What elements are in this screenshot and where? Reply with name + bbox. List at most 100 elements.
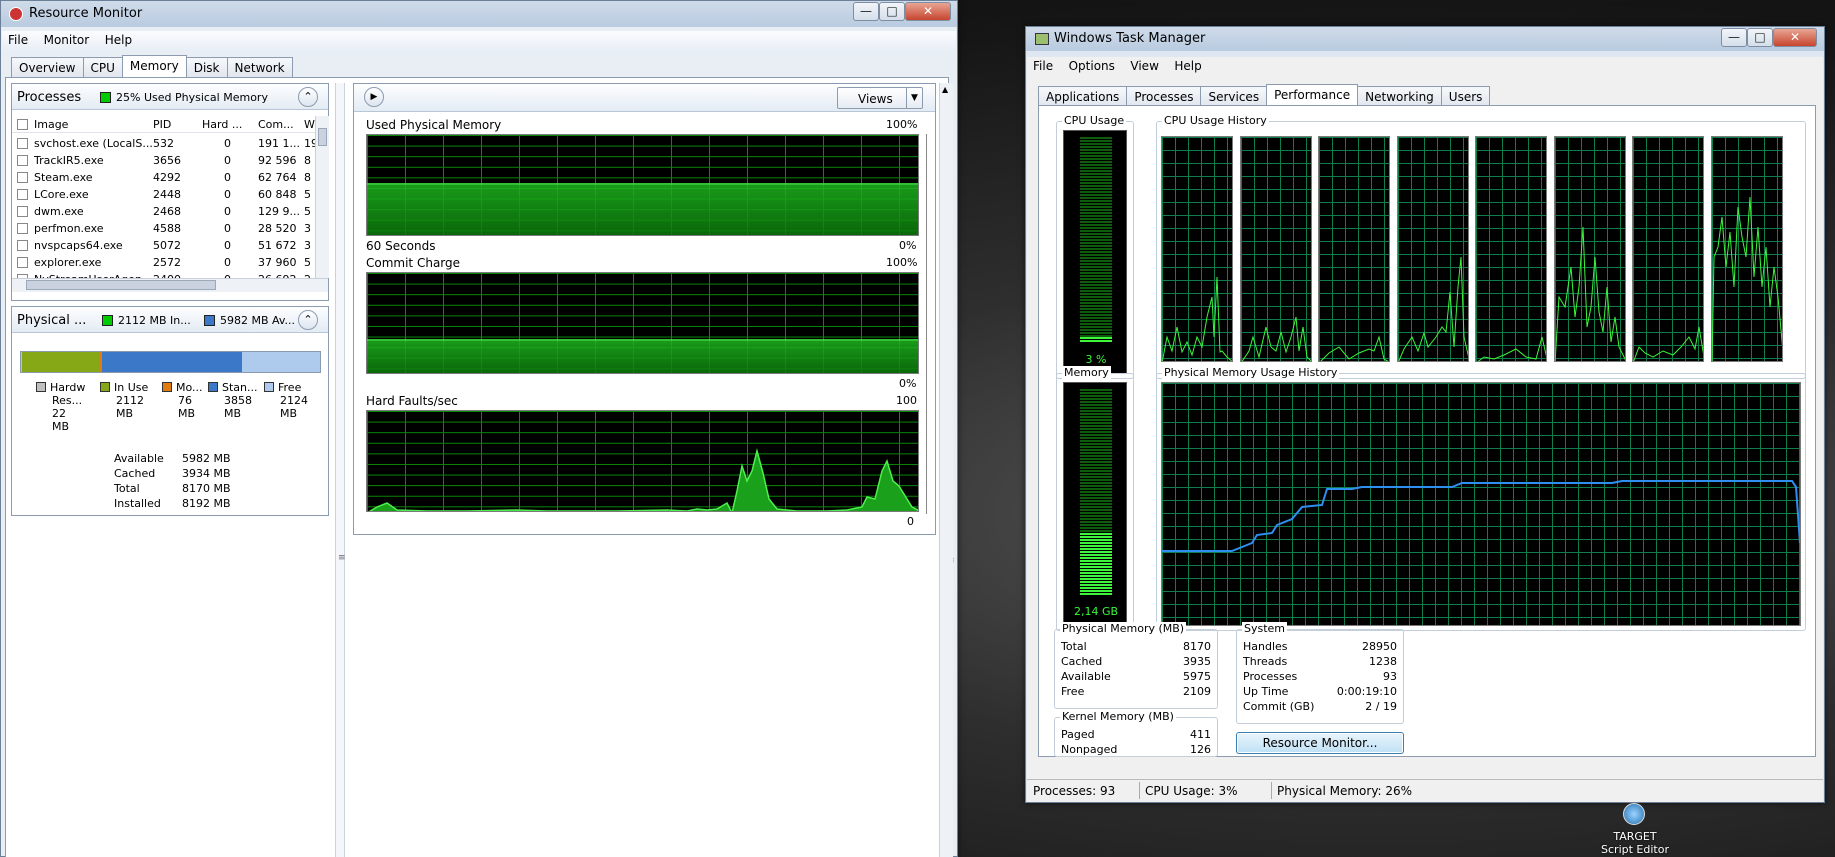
physical-memory-rows: Total 8170 Cached 3935 Available 5975 Free 2109 [1061,640,1211,704]
processes-vscroll[interactable] [315,116,329,278]
processes-title: Processes [17,90,82,105]
status-divider-1 [1139,782,1140,799]
pane-splitter[interactable]: ≡ [335,83,346,857]
process-checkbox[interactable] [17,223,28,234]
rm-main-vscroll[interactable]: ▲ [939,83,953,857]
available-indicator-icon [204,315,215,326]
stat-value: 1238 [1369,655,1397,668]
tm-menu-file[interactable]: File [1027,57,1059,73]
cpu-core-line [1162,276,1232,361]
process-row[interactable]: dwm.exe 2468 0 129 9... 5 [12,203,316,220]
process-checkbox[interactable] [17,155,28,166]
memory-value: 2,14 GB [1073,605,1119,618]
process-row[interactable]: svchost.exe (LocalS... 532 0 191 1... 19 [12,135,316,152]
resource-monitor-button[interactable]: Resource Monitor... [1236,732,1404,754]
target-script-editor-shortcut[interactable]: TARGET Script Editor [1585,803,1685,857]
processes-hscroll-thumb[interactable] [26,280,216,290]
menu-help[interactable]: Help [99,31,138,47]
legend-unit-modified: MB [178,407,196,420]
tm-titlebar[interactable]: Windows Task Manager — □ ✕ [1026,27,1824,51]
tab-users[interactable]: Users [1440,86,1491,107]
process-cell: 2572 [153,256,181,269]
process-row[interactable]: NvStreamUserAgen...2400026 6922 [12,271,316,278]
stat-label: Free [1061,685,1085,698]
select-all-checkbox[interactable] [17,119,28,130]
cpu-core-series [1633,326,1703,361]
tab-processes[interactable]: Processes [1126,86,1202,107]
process-checkbox[interactable] [17,138,28,149]
process-checkbox[interactable] [17,172,28,183]
tm-menu-options[interactable]: Options [1063,57,1121,73]
system-stats: System Handles 28950 Threads 1238 Processes 9… [1236,622,1404,724]
graph1-max: 100% [886,118,918,131]
legend-label-hardware-2: Res... [52,394,83,407]
hard-faults-graph [366,410,919,512]
cpu-core-series [1320,335,1389,361]
views-dropdown[interactable]: Views ▼ [837,87,923,109]
tab-overview[interactable]: Overview [11,57,84,78]
cpu-core-graphs [1161,130,1801,374]
process-row[interactable]: LCore.exe 2448 0 60 848 5 [12,186,316,203]
close-button[interactable]: ✕ [905,2,951,21]
minimize-button[interactable]: — [853,2,879,21]
status-processes: Processes: 93 [1033,784,1116,798]
physical-header[interactable]: Physical ... 2112 MB In... 5982 MB Av...… [12,307,328,333]
tm-close-button[interactable]: ✕ [1773,28,1817,47]
stat-label: Cached [1061,655,1103,668]
menu-monitor[interactable]: Monitor [38,31,96,47]
processes-hscroll[interactable] [12,278,328,292]
process-row[interactable]: nvspcaps64.exe 5072 0 51 672 3 [12,237,316,254]
processes-header[interactable]: Processes 25% Used Physical Memory ⌃ [12,84,328,110]
col-hard-faults[interactable]: Hard ... [202,118,242,131]
process-cell: 3656 [153,154,181,167]
tab-networking[interactable]: Networking [1357,86,1442,107]
tm-menu-help[interactable]: Help [1168,57,1207,73]
memory-indicator-icon [100,92,111,103]
expand-graphs-button[interactable]: ▶ [364,87,384,107]
cpu-core-line [1554,226,1625,361]
process-row[interactable]: Steam.exe 4292 0 62 764 8 [12,169,316,186]
menu-file[interactable]: File [2,31,34,47]
tab-memory[interactable]: Memory [121,55,187,79]
collapse-processes-button[interactable]: ⌃ [298,87,318,107]
graph1-fill [367,183,918,235]
memory-history-graph [1161,382,1801,626]
process-checkbox[interactable] [17,240,28,251]
maximize-button[interactable]: □ [879,2,905,21]
process-row[interactable]: perfmon.exe 4588 0 28 520 3 [12,220,316,237]
tab-applications[interactable]: Applications [1038,86,1128,107]
legend-unit-standby: MB [224,407,242,420]
rm-titlebar[interactable]: Resource Monitor — □ ✕ [1,1,957,27]
stat-value: 2109 [1183,685,1211,698]
physical-stats: Available 5982 MB Cached 3934 MB Total 8170 M… [114,452,274,514]
cpu-usage-group: CPU Usage 3 % [1056,114,1134,379]
cpu-core-graph [1632,136,1704,362]
col-working-set[interactable]: W [304,118,315,131]
tab-services[interactable]: Services [1200,86,1268,107]
tab-cpu[interactable]: CPU [82,57,123,78]
tab-network[interactable]: Network [226,57,293,78]
processes-vscroll-thumb[interactable] [318,128,327,146]
cpu-core-series [1241,316,1311,361]
tm-menu-view[interactable]: View [1124,57,1164,73]
col-image[interactable]: Image [34,118,68,131]
col-commit[interactable]: Com... [258,118,294,131]
legend-swatch-free [264,382,274,392]
process-row[interactable]: explorer.exe 2572 0 37 960 5 [12,254,316,271]
processes-list: svchost.exe (LocalS... 532 0 191 1... 19 Trac… [12,135,316,278]
memory-meter: 2,14 GB [1063,382,1127,626]
tm-minimize-button[interactable]: — [1721,28,1747,47]
process-cell: svchost.exe (LocalS... [34,137,153,150]
process-checkbox[interactable] [17,257,28,268]
process-checkbox[interactable] [17,189,28,200]
tm-maximize-button[interactable]: □ [1747,28,1773,47]
process-cell: explorer.exe [34,256,102,269]
memory-bar-segment-free [242,352,321,372]
process-row[interactable]: TrackIR5.exe 3656 0 92 596 8 [12,152,316,169]
legend-value-hardware: 22 [52,407,66,420]
collapse-physical-button[interactable]: ⌃ [298,310,318,330]
col-pid[interactable]: PID [153,118,171,131]
process-checkbox[interactable] [17,206,28,217]
graphs-vscroll[interactable] [926,134,929,514]
tab-disk[interactable]: Disk [185,57,228,78]
